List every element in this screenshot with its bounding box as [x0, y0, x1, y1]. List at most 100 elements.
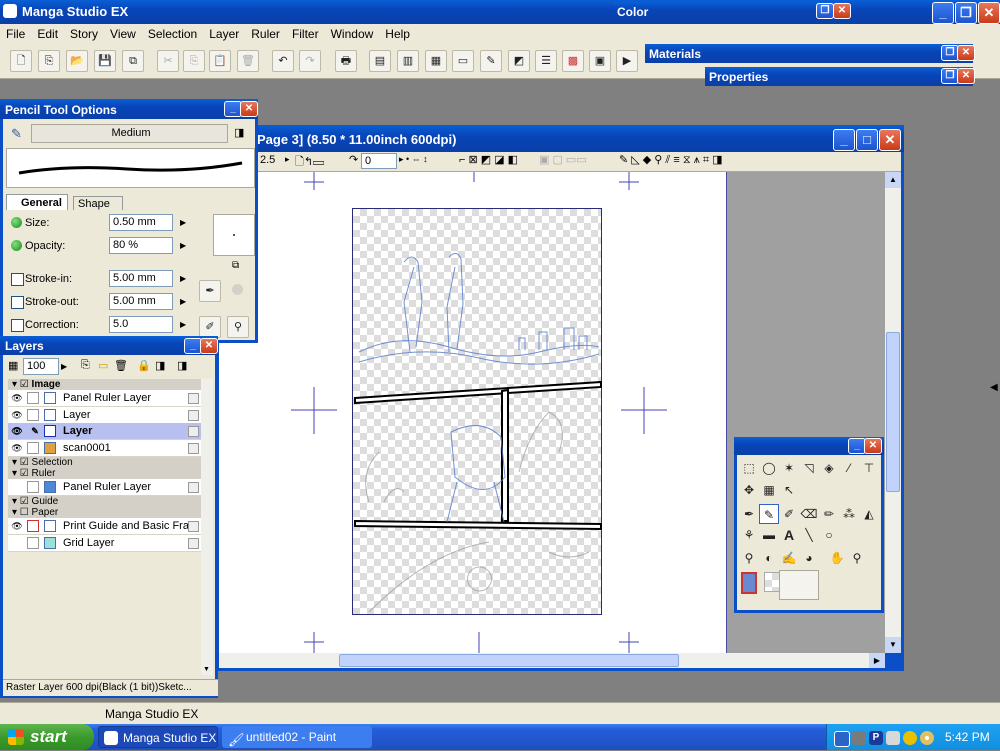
preset-menu-icon[interactable]: ◨	[234, 126, 244, 139]
print-icon[interactable]: 🖶	[335, 50, 357, 72]
correction-field[interactable]: 5.0	[109, 316, 173, 333]
ruler-snap-icons[interactable]: ✎ ◺ ◆ ⚲ ⫽ ≡ ⧖ ⩚ ⌗ ◨	[619, 153, 723, 167]
drawing-color-swatch[interactable]	[741, 572, 757, 594]
menu-ruler[interactable]: Ruler	[245, 24, 286, 44]
zoom-arrow-icon[interactable]: ▸	[285, 154, 290, 165]
rotation-arrow-icon[interactable]: ▸ • ⇔ ↕	[399, 154, 428, 165]
layer-select-icon[interactable]: ◈	[819, 458, 839, 478]
layer-lock-checkbox[interactable]	[27, 537, 39, 549]
color-palette-bar[interactable]: Color ❐ ✕	[613, 2, 851, 21]
delete-layer-icon[interactable]: 🗑	[114, 359, 128, 372]
tip-settings-icon[interactable]: ⧉	[232, 260, 239, 271]
menu-view[interactable]: View	[104, 24, 142, 44]
tools-close-button[interactable]: ✕	[864, 438, 882, 454]
maximize-button[interactable]: ❐	[955, 2, 977, 24]
materials-close-button[interactable]: ✕	[957, 45, 975, 61]
open-icon[interactable]: 📂	[66, 50, 88, 72]
tray-cd-icon[interactable]	[920, 731, 934, 745]
lock-layer-icon[interactable]: 🔒	[137, 359, 151, 372]
cut-icon[interactable]: ✂	[157, 50, 179, 72]
menu-file[interactable]: File	[0, 24, 31, 44]
menu-selection[interactable]: Selection	[142, 24, 203, 44]
eye-icon[interactable]: 👁	[10, 425, 24, 437]
vertical-scrollbar[interactable]: ▲ ▼	[885, 172, 901, 653]
color-icon[interactable]: ▩	[562, 50, 584, 72]
zoom-field[interactable]: 2.5	[257, 153, 285, 169]
menu-window[interactable]: Window	[325, 24, 380, 44]
copy-icon[interactable]: ⎘	[183, 50, 205, 72]
zoom-tool-icon[interactable]: ⚲	[847, 548, 867, 568]
layers-close-button[interactable]: ✕	[200, 338, 218, 354]
minimize-button[interactable]: _	[932, 2, 954, 24]
tray-p-icon[interactable]: P	[869, 731, 883, 745]
doc-minimize-button[interactable]: _	[833, 129, 855, 151]
sketch-tool-icon[interactable]: ✍	[779, 548, 799, 568]
layer-row-selected[interactable]: 👁 ✎ Layer	[8, 423, 201, 440]
color-wheel-icon[interactable]: ◕	[799, 548, 819, 568]
eraser-tool-icon[interactable]: ⌫	[799, 504, 819, 524]
layer-lock-checkbox[interactable]	[27, 392, 39, 404]
doc-maximize-button[interactable]: □	[856, 129, 878, 151]
fill-tool-icon[interactable]: ◭	[859, 504, 879, 524]
new-page-icon[interactable]: 🗋	[10, 50, 32, 72]
delete-icon[interactable]: 🗑	[237, 50, 259, 72]
navigator-icon[interactable]: ▭	[452, 50, 474, 72]
menu-help[interactable]: Help	[379, 24, 416, 44]
color-restore-button[interactable]: ❐	[816, 3, 834, 19]
eyedropper-icon[interactable]: ⁄	[839, 458, 859, 478]
strokeout-arrow-icon[interactable]: ▶	[180, 297, 186, 306]
size-arrow-icon[interactable]: ▶	[180, 218, 186, 227]
start-button[interactable]: start	[0, 724, 94, 750]
view-options-icons[interactable]: ⌐ ⊠ ◩ ◪ ◧	[459, 153, 518, 166]
strokeout-checkbox[interactable]	[11, 296, 24, 309]
layer-scroll-down-icon[interactable]: ▼	[203, 666, 210, 673]
strokein-arrow-icon[interactable]: ▶	[180, 274, 186, 283]
object-select-icon[interactable]: ↖	[779, 480, 799, 500]
gradient-tool-icon[interactable]: ▬	[759, 525, 779, 545]
layer-row[interactable]: 👁 scan0001	[8, 440, 201, 457]
opacity-pressure-icon[interactable]	[11, 240, 22, 251]
pencil-options-close-button[interactable]: ✕	[240, 101, 258, 117]
strokein-field[interactable]: 5.00 mm	[109, 270, 173, 287]
eye-icon[interactable]: 👁	[10, 409, 24, 421]
layer-lock-checkbox[interactable]	[27, 409, 39, 421]
size-field[interactable]: 0.50 mm	[109, 214, 173, 231]
layer-row[interactable]: 👁 Print Guide and Basic Fra...	[8, 518, 201, 535]
save-all-icon[interactable]: ⧉	[122, 50, 144, 72]
correction-arrow-icon[interactable]: ▶	[180, 320, 186, 329]
panel-collapse-icon[interactable]: ◀	[990, 382, 998, 393]
task-paint[interactable]: 🖌 untitled02 - Paint	[222, 726, 372, 748]
ellipse-tool-icon[interactable]: ○	[819, 525, 839, 545]
properties-close-button[interactable]: ✕	[957, 68, 975, 84]
paste-icon[interactable]: 📋	[209, 50, 231, 72]
redo-icon[interactable]: ↷	[299, 50, 321, 72]
actions-icon[interactable]: ▶	[616, 50, 638, 72]
group-image[interactable]: ▾ ☑ Image	[8, 379, 201, 390]
undo-icon[interactable]: ↶	[272, 50, 294, 72]
properties-bar[interactable]: Properties ❐ ✕	[705, 67, 975, 86]
doc-close-button[interactable]: ✕	[879, 129, 901, 151]
layers-icon[interactable]: ◩	[508, 50, 530, 72]
scroll-down-button[interactable]: ▼	[885, 637, 901, 653]
layer-lock-checkbox[interactable]	[27, 442, 39, 454]
marquee-tool-icon[interactable]: ⬚	[739, 458, 759, 478]
group-paper[interactable]: ▾ ☐ Paper	[8, 507, 201, 518]
group-guide[interactable]: ▾ ☑ Guide	[8, 496, 201, 507]
page-icon[interactable]: ▥	[397, 50, 419, 72]
task-manga-studio[interactable]: Manga Studio EX	[98, 726, 218, 748]
tone-tool-icon[interactable]: ⚲	[739, 548, 759, 568]
materials-bar[interactable]: Materials ❐ ✕	[645, 44, 975, 63]
layer-row[interactable]: Panel Ruler Layer	[8, 479, 201, 496]
opacity-arrow-icon[interactable]: ▶	[180, 241, 186, 250]
story-icon[interactable]: ▤	[369, 50, 391, 72]
fit-page-icon[interactable]: 🗋↰▭	[295, 153, 324, 172]
tray-tablet-icon[interactable]	[886, 731, 900, 745]
new-story-icon[interactable]: ⎘	[38, 50, 60, 72]
tool-options-icon[interactable]: ✎	[480, 50, 502, 72]
lasso-tool-icon[interactable]: ◯	[759, 458, 779, 478]
marker-tool-icon[interactable]: ✐	[779, 504, 799, 524]
transparent-color-swatch[interactable]	[764, 572, 780, 592]
horizontal-scrollbar[interactable]: ▶	[219, 653, 885, 668]
eye-icon[interactable]: 👁	[10, 520, 24, 532]
materials-icon[interactable]: ▣	[589, 50, 611, 72]
